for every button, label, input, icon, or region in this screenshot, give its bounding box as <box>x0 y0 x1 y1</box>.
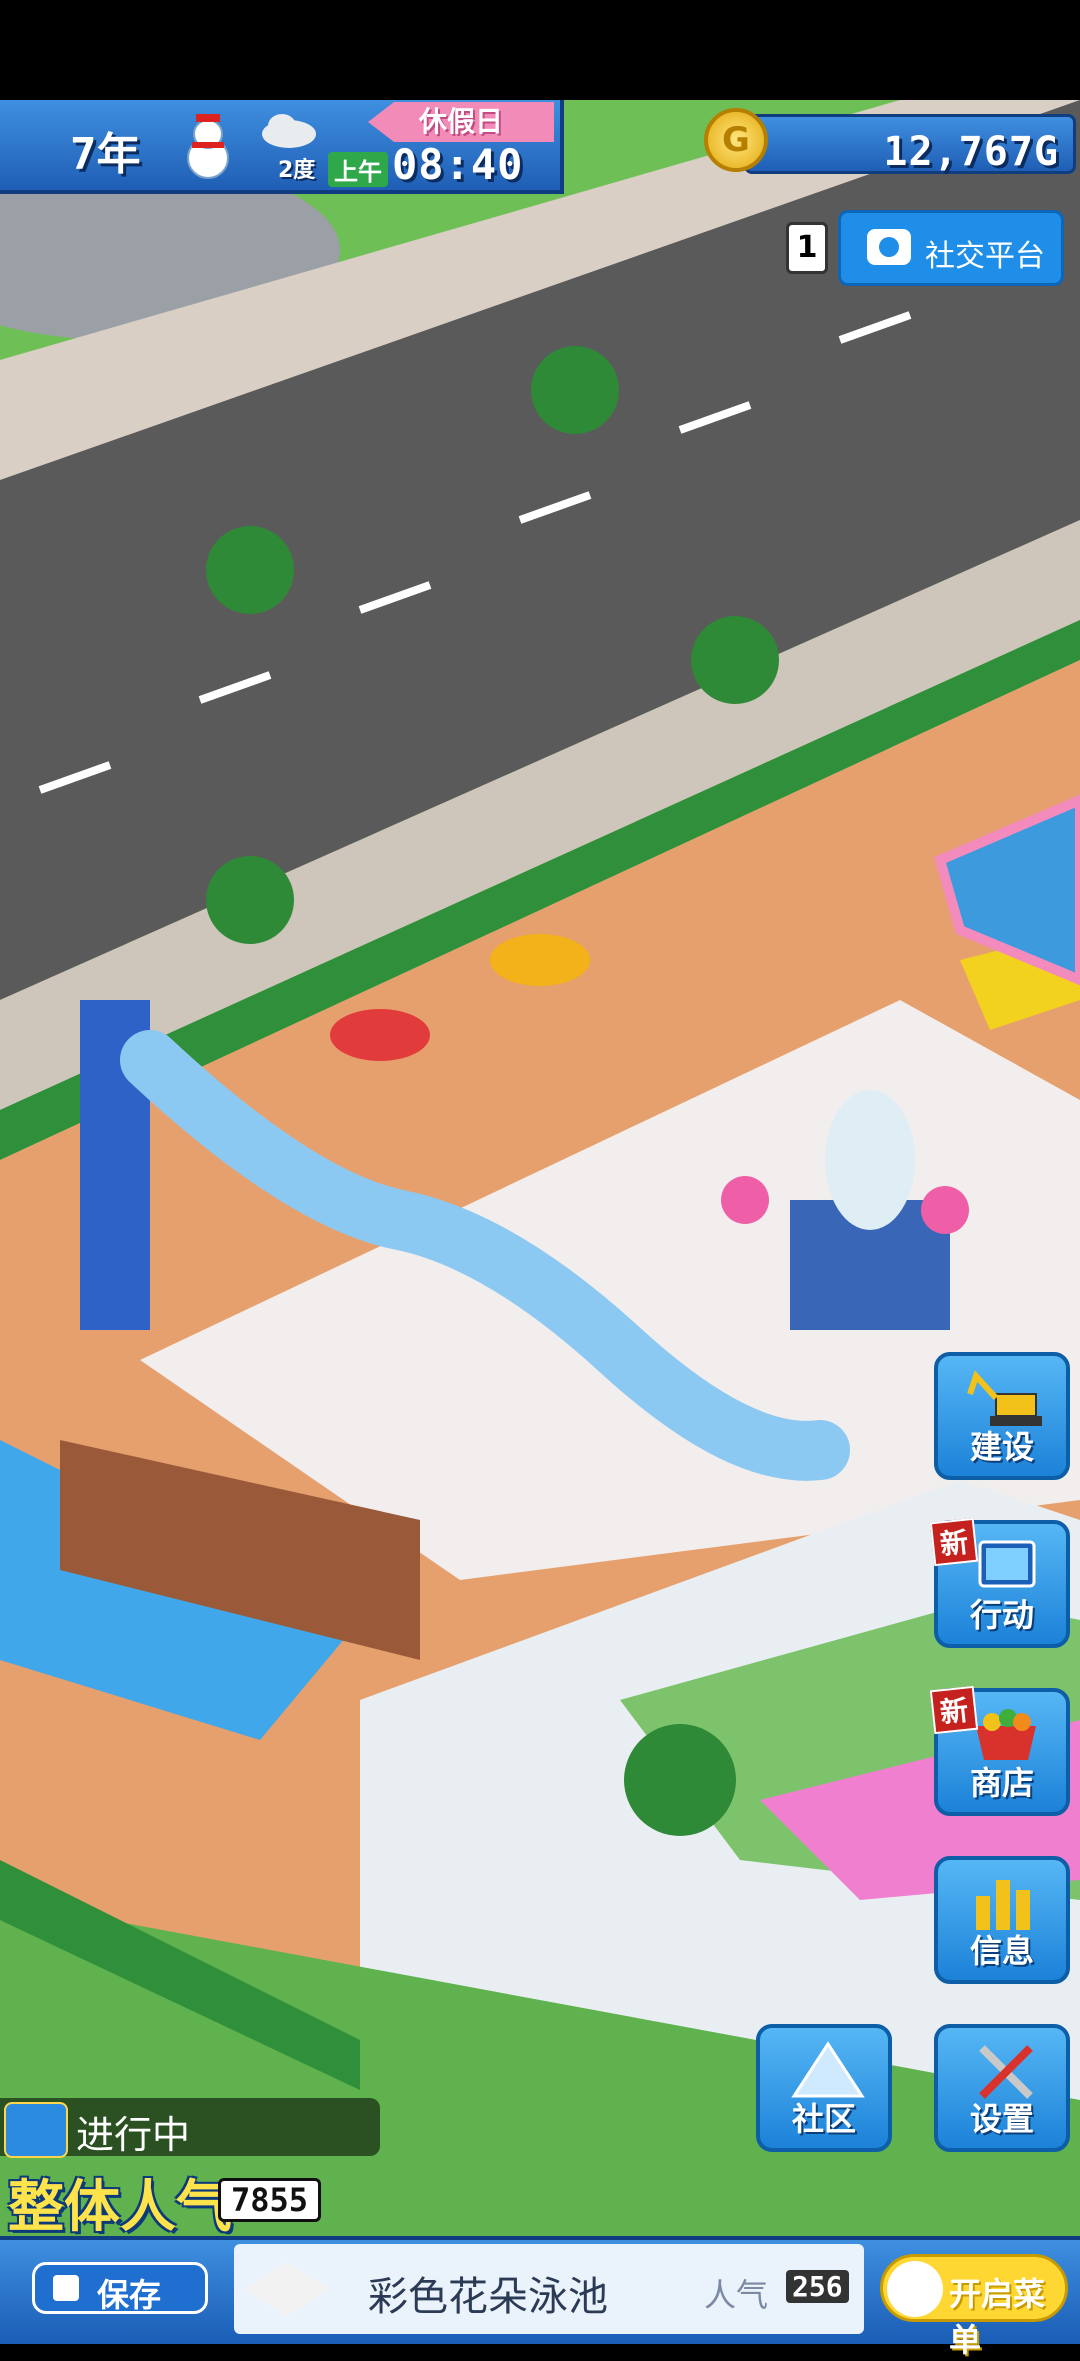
toggle-knob[interactable] <box>887 2261 943 2317</box>
camera-icon <box>867 229 911 265</box>
facility-popularity-value: 256 <box>786 2270 849 2303</box>
new-badge: 新 <box>929 1685 979 1735</box>
shop-button[interactable]: 新 商店 <box>929 1685 1070 1816</box>
build-button[interactable]: 建设 <box>934 1352 1070 1480</box>
popularity-label: 整体人气 <box>8 2175 232 2240</box>
selected-facility-panel[interactable]: 彩色花朵泳池 人气 256 <box>234 2244 864 2334</box>
ampm-badge: 上午 <box>328 152 388 187</box>
park-scene[interactable] <box>0 100 1080 2340</box>
gold-bar: 12,767G <box>744 114 1076 175</box>
holiday-badge: 休假日 <box>368 102 554 142</box>
gold-counter: 12,767G G <box>704 108 1076 175</box>
facility-thumbnail <box>244 2262 330 2316</box>
save-label: 保存 <box>97 2276 162 2314</box>
status-indicator[interactable]: 进行中 <box>0 2098 380 2158</box>
social-notification-count: 1 <box>786 222 828 274</box>
build-label: 建设 <box>969 1428 1034 1466</box>
gold-value: 12,767G <box>883 129 1059 175</box>
facility-name: 彩色花朵泳池 <box>368 2274 608 2320</box>
action-label: 行动 <box>969 1596 1034 1634</box>
action-button[interactable]: 新 行动 <box>929 1517 1070 1648</box>
year-label: 7年 <box>70 129 141 180</box>
new-badge: 新 <box>929 1517 979 1567</box>
shop-label: 商店 <box>969 1764 1034 1802</box>
park-map[interactable] <box>0 100 1080 2340</box>
overall-popularity: 整体人气 7855 <box>0 2160 330 2240</box>
open-menu-toggle[interactable]: 开启菜单 <box>880 2254 1068 2359</box>
temperature-label: 2度 <box>278 158 316 183</box>
info-label: 信息 <box>969 1932 1034 1970</box>
clock-time: 08:40 <box>392 140 524 189</box>
thumbs-up-icon <box>4 2102 68 2158</box>
settings-button[interactable]: 设置 <box>934 2024 1070 2152</box>
popularity-value: 7855 <box>218 2178 322 2222</box>
cloud-icon <box>260 110 318 150</box>
save-button[interactable]: 保存 <box>32 2262 208 2314</box>
gold-coin-icon: G <box>704 108 768 172</box>
snowman-icon <box>172 112 244 182</box>
community-label: 社区 <box>791 2100 856 2138</box>
edit-icon <box>53 2275 79 2301</box>
social-platform-label: 社交平台 <box>925 239 1045 274</box>
community-button[interactable]: 社区 <box>756 2024 892 2152</box>
facility-popularity-label: 人气 <box>704 2276 769 2314</box>
social-platform-button[interactable]: 社交平台 <box>838 210 1064 286</box>
status-label: 进行中 <box>76 2113 191 2157</box>
info-button[interactable]: 信息 <box>934 1856 1070 1984</box>
settings-label: 设置 <box>969 2100 1034 2138</box>
open-menu-label: 开启菜单 <box>949 2275 1046 2359</box>
